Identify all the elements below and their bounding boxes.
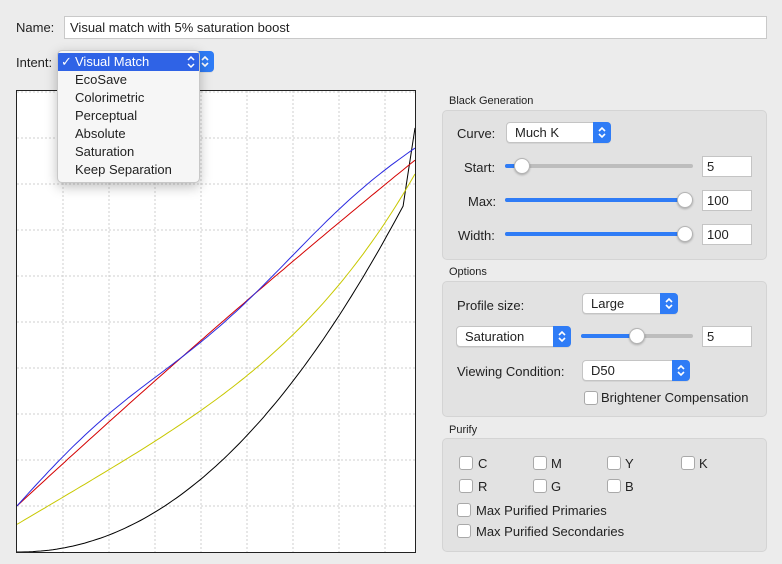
menu-item-saturation[interactable]: Saturation: [58, 143, 199, 161]
slider-knob[interactable]: [677, 192, 693, 208]
purify-r-checkbox[interactable]: [459, 479, 473, 493]
max-slider[interactable]: [505, 190, 693, 210]
purify-b-label: B: [625, 479, 634, 494]
slider-knob[interactable]: [629, 328, 645, 344]
intent-label: Intent:: [16, 55, 53, 70]
menu-item-label: EcoSave: [75, 72, 128, 87]
profile-size-label: Profile size:: [457, 298, 525, 313]
max-purified-secondaries-label: Max Purified Secondaries: [476, 524, 625, 539]
width-label: Width:: [458, 228, 495, 243]
start-label: Start:: [464, 160, 496, 175]
purify-c-label: C: [478, 456, 488, 471]
intent-menu[interactable]: ✓ Visual Match EcoSave Colorimetric Perc…: [57, 50, 200, 183]
purify-b-checkbox[interactable]: [607, 479, 621, 493]
width-slider[interactable]: [505, 224, 693, 244]
name-label: Name:: [16, 20, 55, 35]
adjust-value: Saturation: [465, 329, 525, 344]
purify-g-label: G: [551, 479, 562, 494]
popup-stepper-icon: [184, 53, 199, 71]
menu-item-ecosave[interactable]: EcoSave: [58, 71, 199, 89]
start-slider[interactable]: [505, 156, 693, 176]
curve-label: Curve:: [457, 126, 496, 141]
menu-item-perceptual[interactable]: Perceptual: [58, 107, 199, 125]
viewing-condition-label: Viewing Condition:: [457, 364, 565, 379]
purify-title: Purify: [449, 424, 478, 436]
menu-item-absolute[interactable]: Absolute: [58, 125, 199, 143]
max-label: Max:: [468, 194, 497, 209]
viewing-condition-popup[interactable]: D50: [582, 360, 690, 381]
max-field[interactable]: [702, 190, 752, 211]
popup-stepper-icon: [553, 326, 571, 347]
purify-c-checkbox[interactable]: [459, 456, 473, 470]
popup-stepper-icon: [660, 293, 678, 314]
popup-stepper-icon: [593, 122, 611, 143]
popup-stepper-icon: [672, 360, 690, 381]
purify-g-checkbox[interactable]: [533, 479, 547, 493]
start-field[interactable]: [702, 156, 752, 177]
width-field[interactable]: [702, 224, 752, 245]
menu-item-label: Absolute: [75, 126, 126, 141]
slider-knob[interactable]: [677, 226, 693, 242]
purify-r-label: R: [478, 479, 488, 494]
menu-item-label: Keep Separation: [75, 162, 172, 177]
menu-item-label: Saturation: [75, 144, 135, 159]
purify-y-label: Y: [625, 456, 634, 471]
menu-item-visual-match[interactable]: ✓ Visual Match: [58, 53, 199, 71]
purify-m-label: M: [551, 456, 562, 471]
max-purified-primaries-label: Max Purified Primaries: [476, 503, 607, 518]
purify-k-label: K: [699, 456, 708, 471]
curve-value: Much K: [515, 125, 560, 140]
viewing-condition-value: D50: [591, 363, 615, 378]
yellow-curve: [16, 173, 416, 525]
menu-item-label: Visual Match: [75, 54, 150, 69]
adjust-field[interactable]: [702, 326, 752, 347]
menu-item-keep-separation[interactable]: Keep Separation: [58, 161, 199, 179]
adjust-slider[interactable]: [581, 326, 693, 346]
adjust-popup[interactable]: Saturation: [456, 326, 571, 347]
max-purified-primaries-checkbox[interactable]: [457, 503, 471, 517]
options-title: Options: [449, 266, 487, 278]
red-curve: [16, 159, 416, 507]
profile-size-popup[interactable]: Large: [582, 293, 678, 314]
brightener-label: Brightener Compensation: [601, 390, 749, 405]
brightener-checkbox[interactable]: [584, 391, 598, 405]
black-curve: [17, 127, 416, 553]
checkmark-icon: ✓: [61, 54, 72, 69]
purify-y-checkbox[interactable]: [607, 456, 621, 470]
purify-k-checkbox[interactable]: [681, 456, 695, 470]
menu-item-colorimetric[interactable]: Colorimetric: [58, 89, 199, 107]
curve-popup[interactable]: Much K: [506, 122, 611, 143]
profile-size-value: Large: [591, 296, 625, 311]
menu-item-label: Perceptual: [75, 108, 138, 123]
purify-m-checkbox[interactable]: [533, 456, 547, 470]
black-generation-title: Black Generation: [449, 95, 534, 107]
name-input[interactable]: [64, 16, 767, 39]
slider-knob[interactable]: [513, 158, 530, 174]
menu-item-label: Colorimetric: [75, 90, 145, 105]
max-purified-secondaries-checkbox[interactable]: [457, 524, 471, 538]
